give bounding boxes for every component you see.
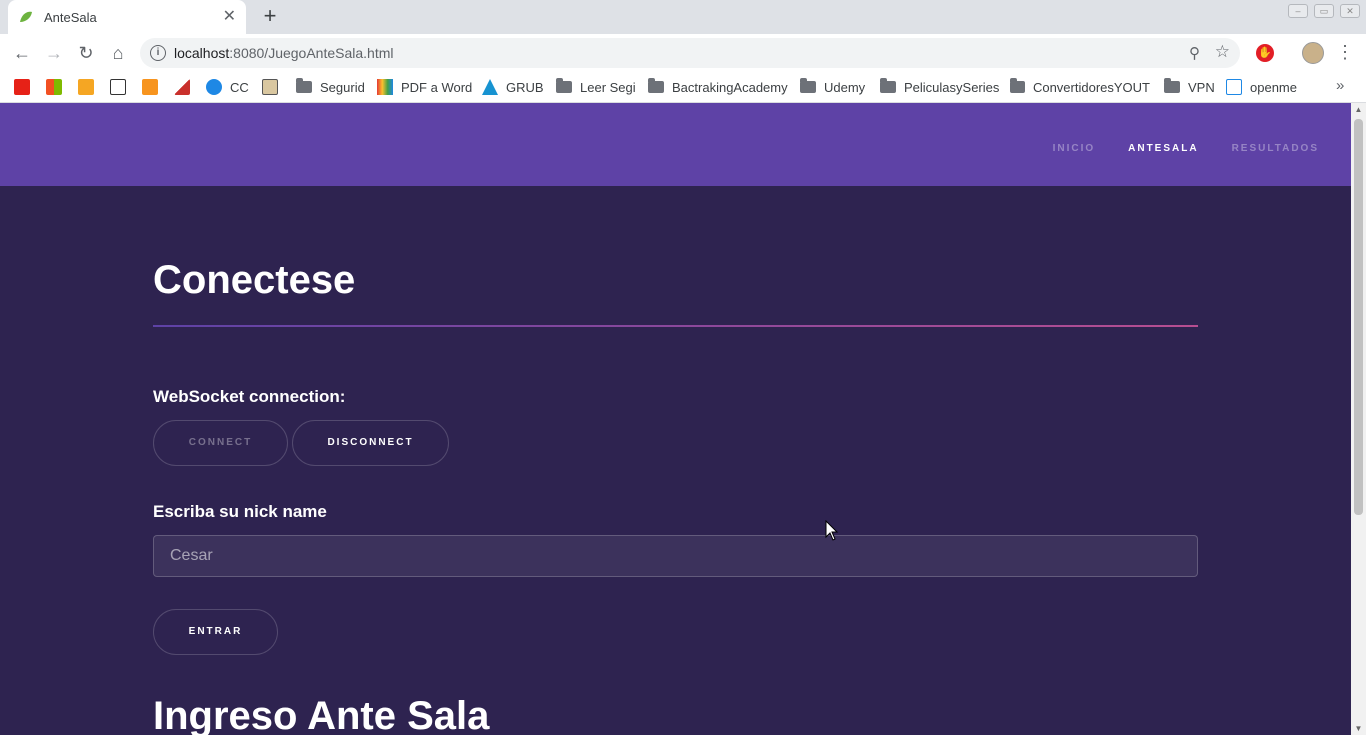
restore-window-icon[interactable]: ▭	[1314, 4, 1334, 18]
bookmark-site-icon[interactable]	[262, 77, 278, 97]
adblock-extension-icon[interactable]: ✋	[1256, 44, 1274, 62]
mouse-cursor-icon	[825, 520, 839, 541]
url-text[interactable]: localhost:8080/JuegoAnteSala.html	[174, 45, 394, 61]
youtube-icon[interactable]	[14, 77, 30, 97]
reload-icon[interactable]: ↻	[75, 42, 97, 64]
zoom-icon[interactable]: ⚲	[1189, 44, 1200, 62]
bookmark-folder-convertidores[interactable]: ConvertidoresYOUT	[1010, 77, 1150, 97]
connect-button[interactable]: CONNECT	[153, 420, 288, 466]
bookmark-grub[interactable]: GRUB	[482, 77, 544, 97]
folder-icon	[296, 78, 312, 93]
nick-label: Escriba su nick name	[153, 502, 327, 521]
bookmark-cc[interactable]: CC	[206, 77, 249, 97]
sync-icon	[206, 79, 222, 95]
new-tab-button[interactable]: +	[258, 5, 282, 29]
site-header: INICIO ANTESALA RESULTADOS	[0, 103, 1351, 186]
bookmark-site-icon[interactable]	[174, 77, 190, 97]
cd-icon[interactable]	[110, 77, 126, 97]
page-viewport: INICIO ANTESALA RESULTADOS Conectese Web…	[0, 103, 1351, 735]
close-tab-icon[interactable]: ✕	[223, 9, 236, 25]
browser-tab[interactable]: AnteSala ✕	[8, 0, 246, 34]
spring-leaf-icon	[20, 11, 32, 22]
bookmark-folder-peliculas[interactable]: PeliculasySeries	[880, 77, 999, 97]
websocket-label: WebSocket connection:	[153, 387, 346, 406]
nav-link-antesala[interactable]: ANTESALA	[1128, 143, 1198, 154]
nav-link-resultados[interactable]: RESULTADOS	[1232, 143, 1319, 154]
folder-icon	[800, 78, 816, 93]
page-icon	[1226, 79, 1242, 95]
info-icon[interactable]: i	[150, 45, 166, 61]
bookmark-site-icon[interactable]	[142, 77, 158, 97]
page-title: Conectese	[153, 258, 356, 302]
nickname-input[interactable]: Cesar	[153, 535, 1198, 577]
page-scrollbar[interactable]: ▲ ▼	[1351, 103, 1366, 735]
scroll-down-icon[interactable]: ▼	[1351, 724, 1366, 733]
folder-icon	[556, 78, 572, 93]
pdf-icon	[377, 79, 393, 95]
section-title-ante-sala: Ingreso Ante Sala	[153, 694, 490, 735]
profile-avatar[interactable]	[1302, 42, 1324, 64]
folder-icon	[880, 78, 896, 93]
folder-icon	[648, 78, 664, 93]
bookmark-openme[interactable]: openme	[1226, 77, 1297, 97]
tab-title: AnteSala	[44, 9, 97, 25]
folder-icon	[1010, 78, 1025, 93]
bookmark-pdf-a-word[interactable]: PDF a Word	[377, 77, 472, 97]
nav-link-inicio[interactable]: INICIO	[1053, 143, 1096, 154]
bookmark-folder-leer-segi[interactable]: Leer Segi	[556, 77, 636, 97]
bookmark-star-icon[interactable]: ☆	[1215, 42, 1230, 62]
address-bar[interactable]: i localhost:8080/JuegoAnteSala.html ⚲ ☆	[140, 38, 1240, 68]
bookmark-folder-segurid[interactable]: Segurid	[296, 77, 365, 97]
bookmark-site-icon[interactable]	[78, 77, 94, 97]
forward-arrow-icon[interactable]: →	[43, 42, 65, 64]
back-arrow-icon[interactable]: ←	[11, 42, 33, 64]
enter-button[interactable]: ENTRAR	[153, 609, 278, 655]
browser-toolbar: ← → ↻ ⌂ i localhost:8080/JuegoAnteSala.h…	[0, 34, 1366, 72]
disconnect-button[interactable]: DISCONNECT	[292, 420, 449, 466]
arch-icon	[482, 79, 498, 95]
bookmark-folder-udemy[interactable]: Udemy	[800, 77, 865, 97]
more-bookmarks-icon[interactable]: »	[1336, 77, 1344, 94]
site-nav: INICIO ANTESALA RESULTADOS	[1053, 143, 1319, 154]
folder-icon	[1164, 78, 1180, 93]
browser-menu-icon[interactable]: ⋮	[1336, 42, 1354, 63]
close-window-icon[interactable]: ✕	[1340, 4, 1360, 18]
bookmarks-bar: CC Segurid PDF a Word GRUB Leer Segi Bac…	[0, 72, 1366, 103]
scroll-up-icon[interactable]: ▲	[1351, 105, 1366, 114]
minimize-window-icon[interactable]: –	[1288, 4, 1308, 18]
scroll-thumb[interactable]	[1354, 119, 1363, 515]
tab-strip: AnteSala ✕ + – ▭ ✕	[0, 0, 1366, 34]
heading-divider	[153, 325, 1198, 327]
home-icon[interactable]: ⌂	[107, 42, 129, 64]
bookmark-folder-vpn[interactable]: VPN	[1164, 77, 1215, 97]
bookmark-folder-bactraking[interactable]: BactrakingAcademy	[648, 77, 788, 97]
microsoft-icon[interactable]	[46, 77, 62, 97]
